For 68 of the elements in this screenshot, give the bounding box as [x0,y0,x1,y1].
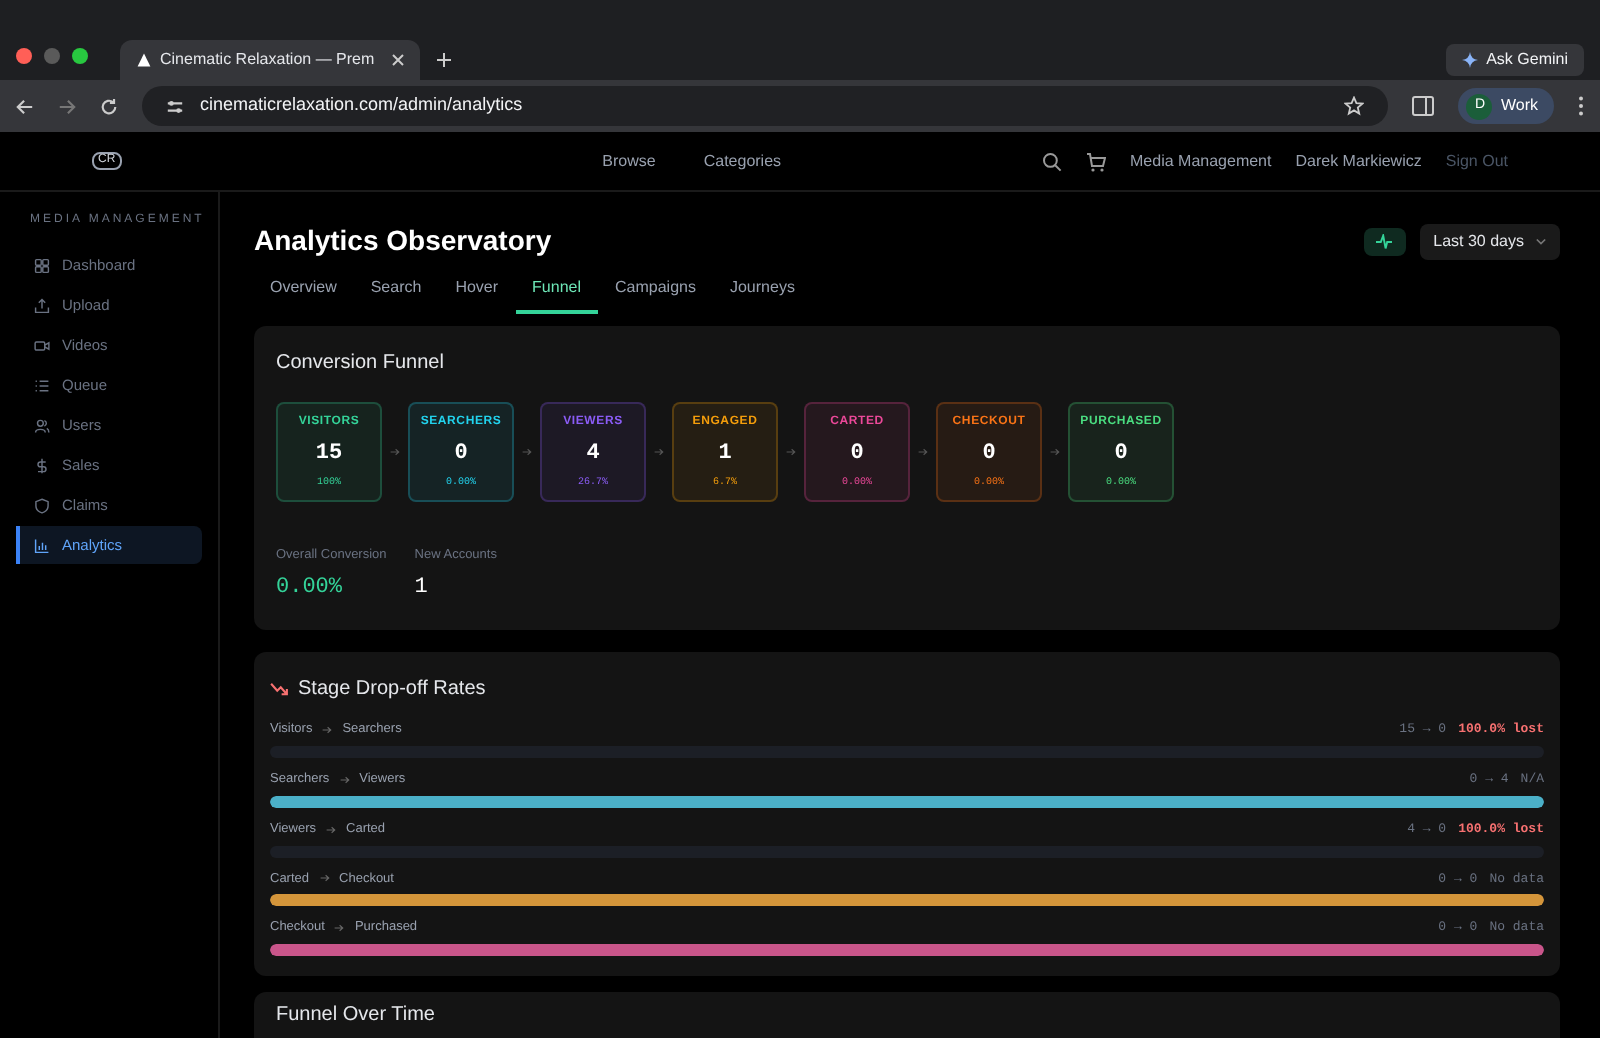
sidebar-panel-icon[interactable] [1412,96,1435,116]
stat-value: 0.00% [276,573,345,604]
tab[interactable]: Overview [254,274,353,314]
date-range-dropdown[interactable]: Last 30 days [1419,223,1560,259]
nav-link[interactable]: Categories [703,149,782,173]
arrow-right-icon [339,775,350,784]
tab[interactable]: Campaigns [599,274,712,314]
arrow-right-icon [390,448,400,456]
card-title: Stage Drop-off Rates [298,676,486,705]
arrow-right-icon [654,448,664,456]
browser-tab[interactable]: Cinematic Relaxation — Prem [120,40,420,80]
arrow-right-icon [786,448,796,456]
url-text: cinematicrelaxation.com/admin/analytics [200,92,525,119]
forward-icon[interactable] [58,97,76,115]
arrow-right-icon [319,874,330,883]
stage-count: 0 [982,439,996,469]
trending-down-icon [270,682,288,697]
card-title: Funnel Over Time [276,1002,437,1030]
stage-count: 1 [718,439,732,469]
arrow-right-icon [322,726,333,735]
video-camera-icon [34,337,50,353]
list-icon [34,377,50,393]
page-title: Analytics Observatory [254,222,552,260]
chevron-down-icon [1536,237,1546,245]
activity-button[interactable] [1363,227,1406,255]
maximize-window-icon[interactable] [72,48,88,64]
arrow-right-icon [1050,448,1060,456]
back-icon[interactable] [16,97,34,115]
arrow-right-icon [334,924,345,933]
upload-icon [34,297,50,313]
tab[interactable]: Journeys [713,274,811,314]
grid-icon [34,257,50,273]
shield-icon [34,497,50,513]
nav-link[interactable]: Darek Markiewicz [1295,149,1422,173]
new-tab-icon[interactable] [436,52,452,68]
triangle-icon [136,52,152,68]
stage-count: 0 [454,439,468,469]
sparkle-icon [1462,52,1479,68]
stage-count: 15 [315,439,343,469]
site-settings-icon[interactable] [166,97,184,115]
close-tab-icon[interactable] [392,54,404,66]
star-icon[interactable] [1344,96,1365,116]
arrow-right-icon [918,448,928,456]
ask-gemini-button[interactable]: Ask Gemini [1446,44,1584,76]
search-icon[interactable] [1042,151,1063,171]
arrow-right-icon [522,448,532,456]
bar-chart-icon [34,537,50,553]
arrow-right-icon [326,825,337,834]
tab[interactable]: Search [354,274,438,314]
close-window-icon[interactable] [16,48,32,64]
stage-count: 4 [586,439,600,469]
reload-icon[interactable] [100,97,118,115]
menu-icon[interactable] [1578,96,1584,116]
tab[interactable]: Funnel [516,274,598,314]
tab[interactable]: Hover [439,274,515,314]
minimize-window-icon[interactable] [44,48,60,64]
card-title: Conversion Funnel [276,350,446,378]
stage-count: 0 [1114,439,1128,469]
cart-icon[interactable] [1086,151,1107,171]
dollar-icon [34,457,50,473]
nav-link[interactable]: Browse [602,149,656,173]
users-icon [34,417,50,433]
pulse-icon [1376,233,1393,249]
stat-value: 1 [414,573,430,604]
address-bar[interactable]: cinematicrelaxation.com/admin/analytics [142,86,1389,126]
nav-link[interactable]: Media Management [1130,149,1272,173]
tab-title: Cinematic Relaxation — Prem [160,48,377,72]
stage-count: 0 [850,439,864,469]
